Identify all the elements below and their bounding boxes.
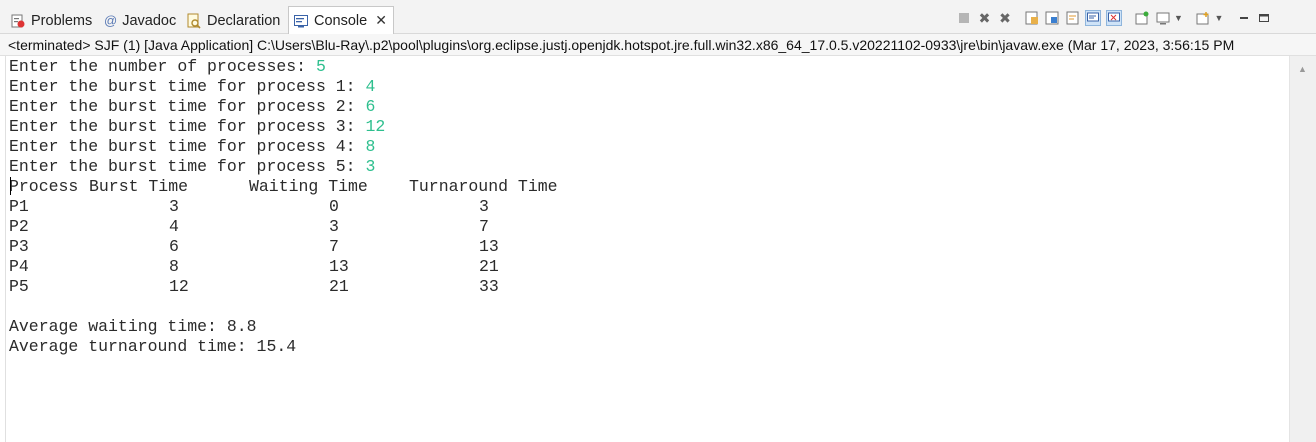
remove-launch-icon[interactable]: ✖ [977,10,993,26]
dropdown-chevron-icon[interactable]: ▼ [1171,10,1187,26]
terminate-icon[interactable] [956,10,972,26]
show-stdout-icon[interactable] [1085,10,1101,26]
cell-burst: 6 [169,237,179,256]
cell-turnaround: 21 [479,257,499,276]
console-line: Enter the burst time for process 1: 4 [9,77,385,97]
cell-turnaround: 7 [479,217,489,236]
console-line: Enter the burst time for process 5: 3 [9,157,385,177]
tab-label: Problems [31,12,93,29]
tab-console[interactable]: Console ✕ [288,6,394,34]
prompt-text: Enter the number of processes: [9,57,316,76]
dropdown-chevron-icon[interactable]: ▼ [1211,10,1227,26]
tab-label: Console [314,12,368,29]
cell-waiting: 3 [329,217,339,236]
user-input: 8 [365,137,376,156]
cell-burst: 12 [169,277,189,296]
cell-waiting: 7 [329,237,339,256]
scroll-lock-icon[interactable] [1044,10,1060,26]
console-output-area[interactable]: Enter the number of processes: 5 Enter t… [5,56,1289,442]
view-tab-bar: Problems @ Javadoc Declaration Console ✕… [0,0,1316,34]
cell-process: P3 [9,237,29,256]
display-console-icon[interactable] [1155,10,1171,26]
prompt-text: Enter the burst time for process 4: [9,137,366,156]
console-line: Enter the number of processes: 5 [9,57,385,77]
cell-turnaround: 13 [479,237,499,256]
cell-waiting: 13 [329,257,349,276]
tab-javadoc[interactable]: @ Javadoc [104,7,176,34]
launch-description: <terminated> SJF (1) [Java Application] … [0,34,1316,56]
vertical-scrollbar[interactable]: ▲ [1289,56,1316,442]
console-line: Enter the burst time for process 2: 6 [9,97,385,117]
close-icon[interactable]: ✕ [375,12,387,29]
average-turnaround-time: Average turnaround time: 15.4 [9,337,297,356]
cell-waiting: 0 [329,197,339,216]
console-text: Enter the number of processes: 5 Enter t… [9,57,385,177]
cell-process: P5 [9,277,29,296]
prompt-text: Enter the burst time for process 3: [9,117,366,136]
problems-icon [10,13,26,29]
user-input: 3 [365,157,376,176]
cell-turnaround: 3 [479,197,489,216]
user-input: 12 [365,117,386,136]
console-toolbar: ✖ ✖ ▼ ▼ [956,9,1277,27]
cell-process: P4 [9,257,29,276]
user-input: 6 [365,97,376,116]
header-waiting-time: Waiting Time [249,177,368,196]
console-icon [293,13,309,29]
remove-all-terminated-icon[interactable]: ✖ [997,10,1013,26]
pin-console-icon[interactable] [1134,10,1150,26]
console-line: Enter the burst time for process 3: 12 [9,117,385,137]
console-line: Enter the burst time for process 4: 8 [9,137,385,157]
declaration-icon [186,13,202,29]
text-caret [10,177,11,195]
cell-waiting: 21 [329,277,349,296]
prompt-text: Enter the burst time for process 2: [9,97,366,116]
prompt-text: Enter the burst time for process 5: [9,157,366,176]
tab-declaration[interactable]: Declaration [186,7,280,34]
tab-problems[interactable]: Problems [10,7,92,34]
header-turnaround-time: Turnaround Time [409,177,558,196]
cell-burst: 3 [169,197,179,216]
cell-process: P1 [9,197,29,216]
tab-label: Declaration [207,12,281,29]
cell-burst: 4 [169,217,179,236]
show-stderr-icon[interactable] [1105,10,1122,26]
maximize-icon[interactable] [1256,10,1272,26]
at-sign-icon: @ [104,13,118,28]
prompt-text: Enter the burst time for process 1: [9,77,366,96]
header-process: Process [9,177,79,196]
user-input: 4 [365,77,376,96]
average-waiting-time: Average waiting time: 8.8 [9,317,257,336]
header-burst-time: Burst Time [89,177,189,196]
tab-label: Javadoc [122,12,177,29]
clear-console-icon[interactable] [1024,10,1040,26]
word-wrap-icon[interactable] [1065,10,1081,26]
scroll-up-arrow-icon[interactable]: ▲ [1298,64,1307,74]
cell-burst: 8 [169,257,179,276]
cell-turnaround: 33 [479,277,499,296]
minimize-icon[interactable] [1236,10,1252,26]
cell-process: P2 [9,217,29,236]
user-input: 5 [315,57,326,76]
new-console-icon[interactable] [1195,10,1211,26]
